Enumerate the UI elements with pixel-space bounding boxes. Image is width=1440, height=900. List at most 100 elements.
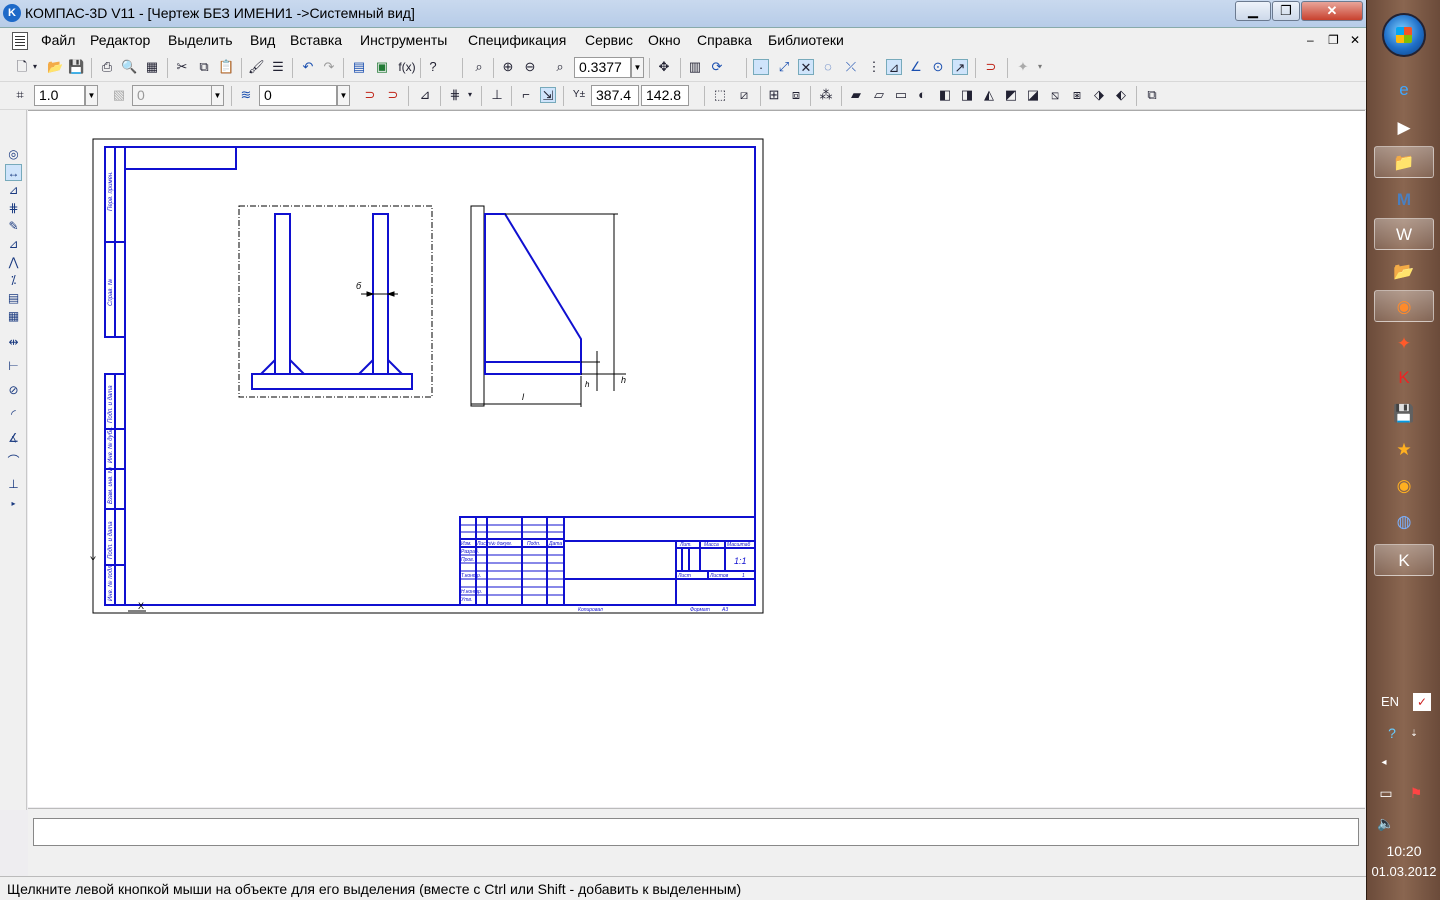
panel-expand-icon[interactable]: ▸ [5, 495, 22, 512]
angular-dimension-icon[interactable]: ∡ [5, 430, 22, 447]
snap-midpoint-icon[interactable]: ⊿ [886, 59, 902, 75]
round-mode-icon[interactable]: ⇲ [540, 87, 556, 103]
kaspersky-icon[interactable]: K [1374, 362, 1434, 394]
folder2-icon[interactable]: 📂 [1374, 256, 1434, 288]
pan-icon[interactable]: ✥ [656, 59, 672, 75]
zoom-scale-icon[interactable]: ⌕ [552, 59, 568, 75]
snap-tangent-icon[interactable]: ◌ [820, 59, 836, 75]
mdi-restore-button[interactable]: ❐ [1328, 33, 1339, 47]
snap-on-curve-icon[interactable]: ↗ [952, 59, 968, 75]
spec-icon[interactable]: ▤ [5, 290, 22, 307]
edit-tools-icon[interactable]: ⋕ [5, 200, 22, 217]
tray-app-icon[interactable]: ✓ [1413, 693, 1431, 711]
symbols-icon[interactable]: ⊿ [5, 182, 22, 199]
layers-icon[interactable]: ≋ [238, 87, 254, 103]
style-dropdown-arrow[interactable]: ▼ [337, 85, 350, 106]
ie-icon[interactable]: e [1374, 74, 1434, 106]
tray-settings-icon[interactable]: ⇣ [1405, 724, 1423, 742]
shape-tool-6-icon[interactable]: ◨ [959, 87, 975, 103]
menu-specification[interactable]: Спецификация [468, 32, 566, 48]
snap-intersection-icon[interactable]: ✕ [798, 59, 814, 75]
manager-icon[interactable]: ▤ [351, 59, 367, 75]
print-preview-icon[interactable]: 🔍 [121, 59, 137, 75]
step-dropdown-arrow[interactable]: ▼ [85, 85, 98, 106]
edit-view-icon[interactable]: ⬚ [712, 87, 728, 103]
geometry-icon[interactable]: ◎ [5, 146, 22, 163]
menu-select[interactable]: Выделить [168, 32, 233, 48]
minimize-button[interactable]: ▁ [1235, 1, 1271, 21]
ortho-icon[interactable]: ⊿ [417, 87, 433, 103]
shape-tool-13-icon[interactable]: ⬖ [1113, 87, 1129, 103]
zoom-in-icon[interactable]: ⊕ [500, 59, 516, 75]
layer-icon[interactable]: ▧ [111, 87, 127, 103]
variables-button[interactable]: f(x) [396, 59, 418, 75]
new-dropdown-icon[interactable]: ▾ [30, 59, 40, 75]
radial-dimension-icon[interactable]: ◜ [5, 406, 22, 423]
network-icon[interactable]: ◍ [1374, 506, 1434, 538]
zoom-window-icon[interactable]: ⌕ [471, 59, 487, 75]
parametrization-icon[interactable]: ✎ [5, 218, 22, 235]
undo-icon[interactable]: ↶ [300, 59, 316, 75]
menu-libraries[interactable]: Библиотеки [768, 32, 844, 48]
kompas-icon[interactable]: K [1374, 544, 1434, 576]
save-icon[interactable]: 💾 [1374, 398, 1434, 430]
arc-dimension-icon[interactable]: ⌒ [5, 453, 22, 470]
step-field[interactable]: 1.0 [34, 85, 85, 106]
macro-icon[interactable]: ⁂ [818, 87, 834, 103]
style-field[interactable]: 0 [259, 85, 337, 106]
zoom-dropdown-arrow[interactable]: ▼ [631, 57, 644, 78]
copy-icon[interactable]: ⧉ [196, 59, 212, 75]
maximize-button[interactable]: ❐ [1272, 1, 1300, 21]
ortho-mode-icon[interactable]: ⌐ [518, 87, 534, 103]
folder-icon[interactable]: 📁 [1374, 146, 1434, 178]
show-hidden-icons-icon[interactable]: ◂ [1375, 754, 1393, 772]
help-pointer-icon[interactable]: ? [425, 59, 441, 75]
height-dimension-icon[interactable]: ⊥ [5, 476, 22, 493]
measure-icon[interactable]: ⊿ [5, 236, 22, 253]
circle-app-icon[interactable]: ◉ [1374, 470, 1434, 502]
star-icon[interactable]: ★ [1374, 434, 1434, 466]
shape-tool-3-icon[interactable]: ▭ [893, 87, 909, 103]
diameter-dimension-icon[interactable]: ⊘ [5, 382, 22, 399]
snap-extra-icon[interactable]: ✦ [1015, 59, 1031, 75]
new-file-icon[interactable]: 🗋 [14, 59, 30, 75]
shape-tool-5-icon[interactable]: ◧ [937, 87, 953, 103]
word-icon[interactable]: W [1374, 218, 1434, 250]
color-red-icon[interactable]: ⊃ [362, 87, 378, 103]
mdi-close-button[interactable]: ✕ [1350, 33, 1360, 47]
paste-icon[interactable]: 📋 [218, 59, 234, 75]
shape-tool-2-icon[interactable]: ▱ [871, 87, 887, 103]
library-manager-icon[interactable]: ▣ [374, 59, 390, 75]
volume-icon[interactable]: 🔈 [1377, 814, 1395, 832]
associative-view-icon[interactable]: ⧄ [736, 87, 752, 103]
zoom-value-field[interactable]: 0.3377 [574, 57, 631, 78]
reports-icon[interactable]: ▦ [5, 308, 22, 325]
shape-tool-9-icon[interactable]: ◪ [1025, 87, 1041, 103]
rebuild-icon[interactable]: ⟳ [709, 59, 725, 75]
help-tray-icon[interactable]: ? [1383, 724, 1401, 742]
firefox-icon[interactable]: ◉ [1374, 290, 1434, 322]
menu-editor[interactable]: Редактор [90, 32, 150, 48]
snap-grid-icon[interactable]: ⋮ [866, 59, 882, 75]
menu-tools[interactable]: Инструменты [360, 32, 447, 48]
save-icon[interactable]: 💾 [68, 59, 84, 75]
close-button[interactable]: ✕ [1301, 1, 1363, 21]
select-icon[interactable]: ⋀ [5, 254, 22, 271]
menu-file[interactable]: Файл [41, 32, 75, 48]
title-bar[interactable]: K КОМПАС-3D V11 - [Чертеж БЕЗ ИМЕНИ1 ->С… [0, 0, 1366, 28]
associative-icon[interactable]: ⁒ [5, 272, 22, 289]
shape-tool-7-icon[interactable]: ◭ [981, 87, 997, 103]
linear-dimension-icon[interactable]: ⊢ [5, 358, 22, 375]
media-icon[interactable]: ▶ [1374, 112, 1434, 144]
cursor-x-field[interactable]: 387.4 [591, 85, 639, 106]
auto-dimension-icon[interactable]: ⇹ [5, 334, 22, 351]
document-icon[interactable] [12, 32, 28, 50]
mdi-minimize-button[interactable]: – [1307, 33, 1314, 47]
menu-help[interactable]: Справка [697, 32, 752, 48]
cursor-y-field[interactable]: 142.8 [641, 85, 689, 106]
snap-point-icon[interactable]: · [753, 59, 769, 75]
view-tool-2-icon[interactable]: ⧈ [788, 87, 804, 103]
menu-window[interactable]: Окно [648, 32, 681, 48]
print-setup-icon[interactable]: ▦ [144, 59, 160, 75]
grid-dropdown-icon[interactable]: ▾ [465, 87, 475, 103]
